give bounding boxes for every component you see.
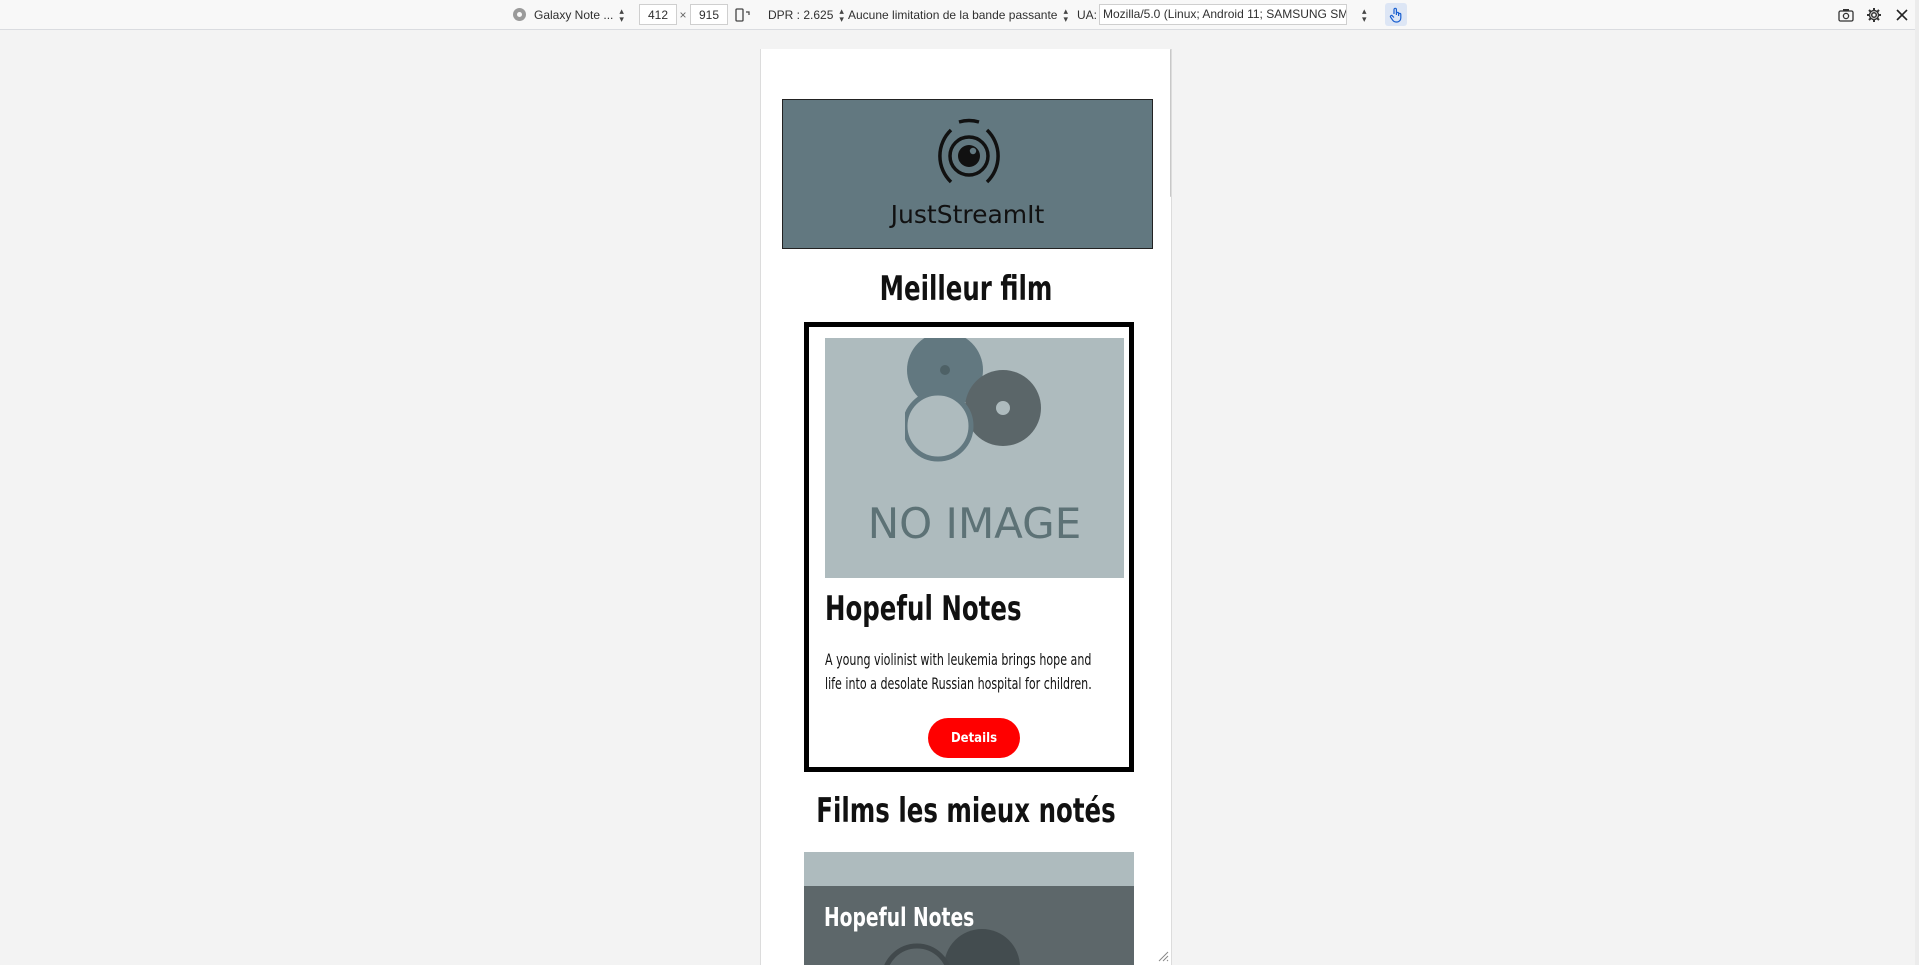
touch-icon bbox=[1389, 7, 1402, 23]
best-movie-card: NO IMAGE Hopeful Notes A young violinist… bbox=[804, 322, 1134, 772]
select-arrows-icon: ▴ ▾ bbox=[1362, 5, 1367, 24]
throttling-label: Aucune limitation de la bande passante bbox=[848, 7, 1058, 22]
chrome-icon bbox=[513, 8, 526, 21]
rotate-button[interactable] bbox=[735, 0, 751, 29]
page-scrollbar[interactable] bbox=[1915, 0, 1919, 965]
site-logo-banner: JustStreamIt bbox=[782, 99, 1153, 249]
film-reels-icon bbox=[905, 338, 1041, 462]
select-arrows-icon: ▴ ▾ bbox=[1063, 5, 1069, 24]
logo-text: JustStreamIt bbox=[890, 200, 1045, 229]
device-name: Galaxy Note ... bbox=[534, 7, 614, 22]
devtools-toolbar: Galaxy Note ... ▴ ▾ 412 × 915 DPR : 2.625… bbox=[0, 0, 1919, 30]
settings-button[interactable] bbox=[1866, 0, 1882, 29]
camera-icon bbox=[1838, 8, 1854, 22]
top-rated-movie-card[interactable]: Hopeful Notes bbox=[804, 852, 1134, 965]
best-movie-description: A young violinist with leukemia brings h… bbox=[825, 650, 1092, 693]
select-arrows-icon: ▴ ▾ bbox=[839, 5, 844, 24]
screenshot-button[interactable] bbox=[1838, 0, 1854, 29]
best-movie-section-title: Meilleur film bbox=[879, 269, 1053, 309]
throttling-selector[interactable]: Aucune limitation de la bande passante ▴… bbox=[848, 0, 1068, 29]
ua-label: UA: bbox=[1077, 7, 1098, 22]
device-selector[interactable]: Galaxy Note ... ▴ ▾ bbox=[513, 0, 624, 29]
dpr-selector[interactable]: DPR : 2.625 ▴ ▾ bbox=[768, 0, 844, 29]
close-icon bbox=[1896, 8, 1908, 21]
touch-simulation-button[interactable] bbox=[1385, 3, 1407, 26]
ua-selector[interactable]: ▴ ▾ bbox=[1356, 0, 1367, 29]
movie-poster-placeholder: NO IMAGE bbox=[825, 338, 1124, 578]
details-button[interactable]: Details bbox=[928, 718, 1020, 758]
width-input[interactable]: 412 bbox=[639, 4, 677, 25]
height-input[interactable]: 915 bbox=[690, 4, 728, 25]
rotate-icon bbox=[735, 7, 750, 22]
top-rated-movie-title: Hopeful Notes bbox=[824, 903, 975, 933]
top-rated-section-title: Films les mieux notés bbox=[816, 791, 1116, 831]
responsive-viewport: JustStreamIt Meilleur film NO IMAGE Hope… bbox=[760, 49, 1172, 965]
ua-input[interactable]: Mozilla/5.0 (Linux; Android 11; SAMSUNG … bbox=[1099, 4, 1347, 25]
close-button[interactable] bbox=[1896, 0, 1908, 29]
scrollbar-thumb[interactable] bbox=[1170, 49, 1171, 197]
best-movie-title: Hopeful Notes bbox=[825, 589, 1022, 629]
select-arrows-icon: ▴ ▾ bbox=[619, 5, 624, 24]
dimension-separator: × bbox=[679, 7, 687, 22]
camera-lens-logo-icon bbox=[938, 118, 1000, 184]
resize-handle-icon[interactable] bbox=[1157, 950, 1169, 962]
gear-icon bbox=[1867, 7, 1881, 22]
dpr-label: DPR : 2.625 bbox=[768, 7, 834, 22]
no-image-label: NO IMAGE bbox=[867, 499, 1082, 548]
